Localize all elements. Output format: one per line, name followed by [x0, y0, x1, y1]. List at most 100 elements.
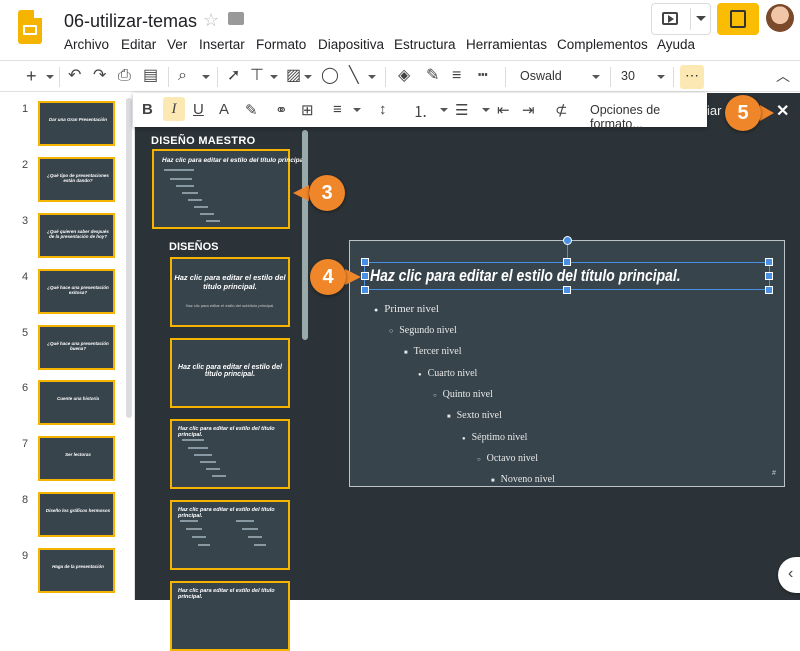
slide-number-placeholder: # — [772, 470, 776, 477]
font-family-select[interactable]: Oswald — [520, 65, 604, 89]
slide-thumbnail-title: ¿Qué hace una presentación exitosa? — [47, 285, 109, 295]
share-button[interactable] — [717, 3, 759, 35]
resize-handle[interactable] — [765, 272, 773, 280]
highlight-icon[interactable]: ✎ — [245, 101, 258, 119]
menu-archivo[interactable]: Archivo — [64, 37, 109, 52]
menu-estructura[interactable]: Estructura — [394, 37, 456, 52]
menu-herramientas[interactable]: Herramientas — [466, 37, 547, 52]
text-box-icon[interactable]: ⊤ — [250, 67, 264, 85]
layout-thumbnail-2[interactable]: Haz clic para editar el estilo del títul… — [170, 338, 290, 408]
slides-logo-icon[interactable] — [18, 10, 42, 44]
line-spacing-icon[interactable]: ↕ — [379, 101, 387, 118]
slide-thumbnail[interactable]: Cuente una historia — [38, 380, 115, 425]
resize-handle[interactable] — [361, 272, 369, 280]
level-9: ■ Noveno nivel — [491, 474, 555, 485]
slide-thumbnail[interactable]: ¿Qué tipo de presentaciones están dando? — [38, 157, 115, 202]
slide-thumbnail[interactable]: ¿Qué quieren saber después de la present… — [38, 213, 115, 258]
layout-thumbnail-1[interactable]: Haz clic para editar el estilo del títul… — [170, 257, 290, 327]
comment-icon[interactable]: ⊞ — [301, 101, 314, 119]
decrease-indent-icon[interactable]: ⇤ — [497, 101, 510, 119]
present-button[interactable] — [651, 3, 711, 35]
slide-thumbnail[interactable]: ¿Qué hace una presentación buena? — [38, 325, 115, 370]
resize-handle[interactable] — [765, 286, 773, 294]
theme-layout-panel: DISEÑO MAESTRO Haz clic para editar el e… — [135, 127, 310, 651]
layout-thumbnail-5[interactable]: Haz clic para editar el estilo del títul… — [170, 581, 290, 651]
collapse-toolbar-icon[interactable]: ︿ — [776, 67, 790, 85]
paint-format-icon[interactable]: ▤ — [143, 67, 158, 85]
align-icon[interactable]: ≡ — [333, 101, 342, 118]
resize-handle[interactable] — [361, 258, 369, 266]
folder-icon[interactable] — [228, 12, 244, 25]
resize-handle[interactable] — [361, 286, 369, 294]
select-icon[interactable]: ➚ — [227, 67, 240, 85]
format-options-button[interactable]: Opciones de formato... — [590, 103, 707, 131]
link-icon[interactable]: ⚭ — [275, 101, 288, 119]
resize-handle[interactable] — [563, 258, 571, 266]
chevron-down-icon[interactable] — [353, 108, 361, 112]
undo-icon[interactable]: ↶ — [68, 67, 81, 85]
avatar[interactable] — [766, 4, 794, 32]
slide-thumbnail[interactable]: ¿Qué hace una presentación exitosa? — [38, 269, 115, 314]
menu-ver[interactable]: Ver — [167, 37, 187, 52]
clear-formatting-icon[interactable]: ⊄ — [555, 101, 568, 119]
panel-scrollbar[interactable] — [302, 130, 308, 340]
increase-indent-icon[interactable]: ⇥ — [522, 101, 535, 119]
slide-thumbnail[interactable]: Dar una Gran Presentación — [38, 101, 115, 146]
font-size-select[interactable]: 30 — [621, 65, 669, 89]
image-icon[interactable]: ▨ — [286, 67, 301, 85]
slide-thumbnail[interactable]: Haga de la presentación — [38, 548, 115, 593]
menu-insertar[interactable]: Insertar — [199, 37, 245, 52]
more-options-button[interactable]: ⋯ — [680, 65, 704, 89]
close-icon[interactable]: ✕ — [776, 101, 789, 121]
chevron-down-icon[interactable] — [368, 75, 376, 79]
layout-thumbnail-3[interactable]: Haz clic para editar el estilo del títul… — [170, 419, 290, 489]
resize-handle[interactable] — [765, 258, 773, 266]
slide-thumbnail-title: Haga de la presentación — [52, 564, 104, 569]
zoom-icon[interactable]: ⌕ — [178, 67, 187, 85]
menu-formato[interactable]: Formato — [256, 37, 306, 52]
chevron-down-icon[interactable] — [202, 75, 210, 79]
bulleted-list-icon[interactable]: ☰ — [455, 101, 468, 119]
chevron-down-icon[interactable] — [270, 75, 278, 79]
menu-ayuda[interactable]: Ayuda — [657, 37, 695, 52]
italic-icon[interactable]: I — [163, 97, 185, 121]
border-weight-icon[interactable]: ≡ — [452, 67, 461, 85]
slide-title[interactable]: Haz clic para editar el estilo del títul… — [370, 266, 681, 286]
level-1: ● Primer nivel — [374, 303, 439, 315]
numbered-list-icon[interactable]: ⒈ — [413, 101, 428, 122]
star-icon[interactable]: ☆ — [203, 10, 219, 31]
chevron-down-icon[interactable] — [440, 108, 448, 112]
slide-thumbnail[interactable]: Diseño los gráficos hermosos — [38, 492, 115, 537]
chevron-down-icon[interactable] — [304, 75, 312, 79]
menu-editar[interactable]: Editar — [121, 37, 156, 52]
master-section-title: DISEÑO MAESTRO — [151, 135, 256, 147]
filmstrip-scrollbar[interactable] — [126, 98, 132, 418]
bold-icon[interactable]: B — [142, 101, 153, 118]
text-color-icon[interactable]: A — [219, 101, 229, 118]
chevron-down-icon[interactable] — [46, 75, 54, 79]
rotation-handle[interactable] — [563, 236, 572, 245]
border-color-icon[interactable]: ✎ — [426, 67, 439, 85]
slide-thumbnail[interactable]: Ser lectoras — [38, 436, 115, 481]
underline-icon[interactable]: U — [193, 101, 204, 118]
print-icon[interactable]: ⎙ — [118, 67, 131, 85]
border-dash-icon[interactable]: ┅ — [478, 67, 488, 85]
callout-5: 5 — [725, 95, 761, 131]
new-slide-icon[interactable]: + — [26, 67, 37, 85]
slide-number: 9 — [22, 550, 29, 562]
fill-color-icon[interactable]: ◈ — [398, 67, 410, 85]
slide-number: 5 — [22, 327, 29, 339]
menu-complementos[interactable]: Complementos — [557, 37, 648, 52]
document-title[interactable]: 06-utilizar-temas — [64, 11, 197, 32]
resize-handle[interactable] — [563, 286, 571, 294]
layout-thumbnail-4[interactable]: Haz clic para editar el estilo del títul… — [170, 500, 290, 570]
top-bar: 06-utilizar-temas ☆ Archivo Editar Ver I… — [0, 0, 800, 60]
redo-icon[interactable]: ↷ — [93, 67, 106, 85]
chevron-down-icon[interactable] — [482, 108, 490, 112]
master-thumbnail[interactable]: Haz clic para editar el estilo del títul… — [152, 149, 307, 229]
shape-icon[interactable]: ◯ — [321, 67, 339, 85]
chevron-down-icon[interactable] — [696, 16, 706, 21]
panel-header-title: iar — [707, 103, 722, 118]
menu-diapositiva[interactable]: Diapositiva — [318, 37, 384, 52]
line-icon[interactable]: ╲ — [349, 67, 359, 85]
